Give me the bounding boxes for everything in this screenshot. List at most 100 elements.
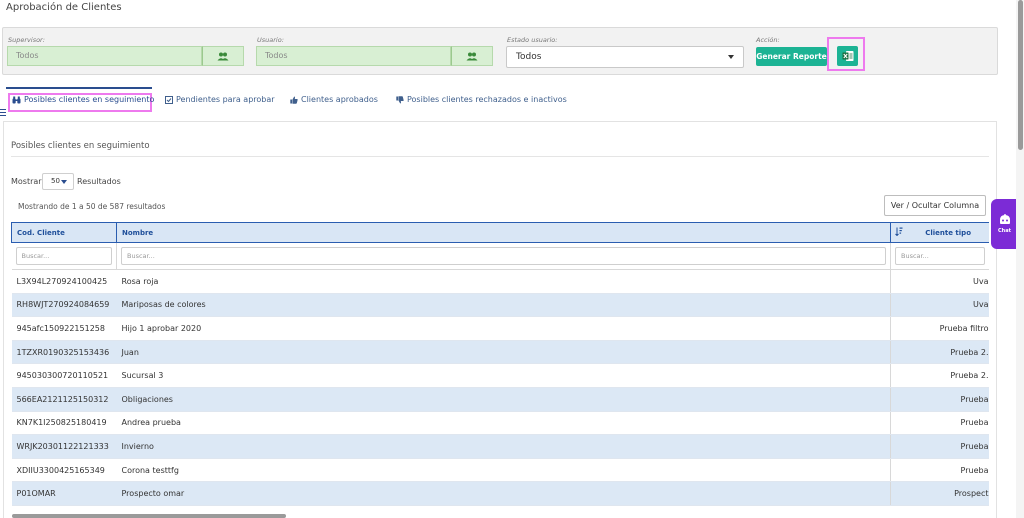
tab-label: Pendientes para aprobar: [176, 95, 275, 104]
table-row[interactable]: KN7K1I250825180419 Andrea prueba Prueba: [11, 411, 989, 436]
supervisor-input[interactable]: Todos: [7, 46, 202, 66]
cell-cod: 1TZXR0190325153436: [11, 340, 117, 365]
chat-label: Chat: [998, 228, 1011, 234]
chevron-down-icon: [61, 180, 67, 184]
tab-aprobados[interactable]: Clientes aprobados: [290, 95, 378, 104]
search-nombre-input[interactable]: Buscar...: [121, 247, 886, 265]
sort-icon[interactable]: [895, 227, 903, 236]
cell-cod: KN7K1I250825180419: [11, 411, 117, 436]
menu-lines-icon[interactable]: [0, 109, 6, 117]
cell-cod: 945030300720110521: [11, 363, 117, 388]
check-square-icon: [165, 95, 173, 104]
clients-table: Cod. Cliente Nombre Cliente tipo Buscar.…: [11, 222, 989, 506]
users-icon: [466, 52, 478, 60]
cell-nombre: Juan: [116, 340, 891, 365]
usuario-input[interactable]: Todos: [256, 46, 451, 66]
cell-tipo: Prospect: [890, 481, 989, 506]
show-label: Mostrar: [11, 177, 42, 186]
table-row[interactable]: XDIIU3300425165349 Corona testtfg Prueba: [11, 458, 989, 483]
cell-nombre: Prospecto omar: [116, 481, 891, 506]
cell-cod: 566EA2121125150312: [11, 387, 117, 412]
cell-tipo: Prueba: [890, 411, 989, 436]
column-header-cod[interactable]: Cod. Cliente: [11, 222, 117, 243]
tab-pendientes[interactable]: Pendientes para aprobar: [165, 95, 275, 104]
estado-select[interactable]: Todos: [506, 46, 744, 68]
table-row[interactable]: 945030300720110521 Sucursal 3 Prueba 2.: [11, 363, 989, 388]
supervisor-select-button[interactable]: [202, 46, 244, 66]
page-title: Aprobación de Clientes: [6, 2, 122, 13]
section-divider: [11, 156, 989, 157]
cell-nombre: Andrea prueba: [116, 411, 891, 436]
cell-cod: P01OMAR: [11, 481, 117, 506]
search-cell: Buscar...: [116, 242, 891, 270]
accion-label: Acción:: [756, 36, 780, 44]
table-row[interactable]: RH8WJT270924084659 Mariposas de colores Uv…: [11, 293, 989, 318]
page-size-value: 50: [51, 177, 60, 185]
supervisor-label: Supervisor:: [8, 36, 45, 44]
estado-select-value: Todos: [516, 52, 542, 62]
search-cell: Buscar...: [11, 242, 117, 270]
toggle-columns-button[interactable]: Ver / Ocultar Columna: [884, 195, 986, 216]
supervisor-filter: Todos: [7, 46, 244, 66]
column-header-tipo[interactable]: Cliente tipo: [890, 222, 989, 243]
excel-icon: [842, 51, 853, 61]
table-row[interactable]: L3X94L270924100425 Rosa roja Uva: [11, 269, 989, 294]
search-cod-input[interactable]: Buscar...: [15, 247, 112, 265]
thumbs-up-icon: [290, 96, 298, 104]
estado-label: Estado usuario:: [507, 36, 558, 44]
tab-label: Clientes aprobados: [301, 95, 378, 104]
cell-tipo: Prueba: [890, 434, 989, 459]
showing-count: Mostrando de 1 a 50 de 587 resultados: [18, 202, 166, 211]
page-scrollbar-thumb[interactable]: [1018, 0, 1023, 150]
tab-posibles-clientes[interactable]: Posibles clientes en seguimiento: [12, 95, 154, 104]
binoculars-icon: [12, 96, 21, 103]
cell-nombre: Rosa roja: [116, 269, 891, 294]
tab-rechazados[interactable]: Posibles clientes rechazados e inactivos: [396, 95, 567, 104]
table-horizontal-scrollbar[interactable]: [12, 514, 286, 518]
chevron-down-icon: [728, 55, 734, 59]
table-row[interactable]: 945afc150922151258 Hijo 1 aprobar 2020 Pru…: [11, 316, 989, 341]
table-row[interactable]: P01OMAR Prospecto omar Prospect: [11, 481, 989, 506]
table-row[interactable]: 1TZXR0190325153436 Juan Prueba 2.: [11, 340, 989, 365]
cell-nombre: Sucursal 3: [116, 363, 891, 388]
search-cell: Buscar...: [890, 242, 989, 270]
cell-cod: XDIIU3300425165349: [11, 458, 117, 483]
tab-label: Posibles clientes en seguimiento: [24, 95, 155, 104]
cell-tipo: Uva: [890, 293, 989, 318]
thumbs-down-icon: [396, 95, 404, 103]
cell-cod: WRJK20301122121333: [11, 434, 117, 459]
cell-tipo: Prueba: [890, 387, 989, 412]
column-header-label: Cliente tipo: [925, 228, 971, 237]
usuario-label: Usuario:: [257, 36, 284, 44]
cell-nombre: Invierno: [116, 434, 891, 459]
cell-nombre: Mariposas de colores: [116, 293, 891, 318]
tab-label: Posibles clientes rechazados e inactivos: [407, 95, 567, 104]
excel-export-button[interactable]: [837, 46, 858, 66]
cell-tipo: Uva: [890, 269, 989, 294]
search-tipo-input[interactable]: Buscar...: [895, 247, 985, 265]
column-header-nombre[interactable]: Nombre: [116, 222, 891, 243]
cell-tipo: Prueba 2.: [890, 340, 989, 365]
cell-tipo: Prueba filtro: [890, 316, 989, 341]
cell-tipo: Prueba: [890, 458, 989, 483]
usuario-filter: Todos: [256, 46, 493, 66]
page-size-select[interactable]: 50: [42, 173, 74, 190]
results-label: Resultados: [77, 177, 121, 186]
chat-button[interactable]: Chat: [991, 199, 1018, 249]
cell-cod: L3X94L270924100425: [11, 269, 117, 294]
clients-table-wrapper: Cod. Cliente Nombre Cliente tipo Buscar.…: [11, 222, 989, 518]
users-icon: [217, 52, 229, 60]
table-row[interactable]: 566EA2121125150312 Obligaciones Prueba: [11, 387, 989, 412]
cell-cod: RH8WJT270924084659: [11, 293, 117, 318]
generate-report-button[interactable]: Generar Reporte: [756, 47, 827, 66]
tab-active-indicator: [6, 87, 152, 89]
cell-tipo: Prueba 2.: [890, 363, 989, 388]
cell-nombre: Obligaciones: [116, 387, 891, 412]
cell-nombre: Hijo 1 aprobar 2020: [116, 316, 891, 341]
cell-cod: 945afc150922151258: [11, 316, 117, 341]
chat-bot-icon: [999, 214, 1010, 224]
table-row[interactable]: WRJK20301122121333 Invierno Prueba: [11, 434, 989, 459]
section-title: Posibles clientes en seguimiento: [11, 141, 150, 151]
cell-nombre: Corona testtfg: [116, 458, 891, 483]
usuario-select-button[interactable]: [451, 46, 493, 66]
